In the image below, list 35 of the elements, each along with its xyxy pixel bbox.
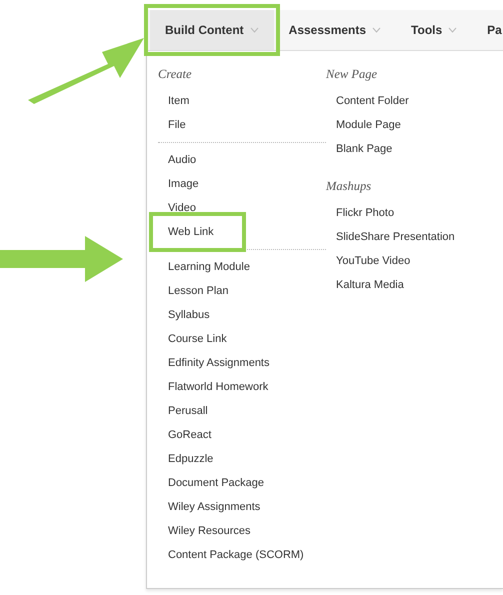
caret-icon — [250, 27, 259, 33]
menu-item[interactable]: Edfinity Assignments — [158, 351, 326, 375]
menu-item[interactable]: Flickr Photo — [326, 201, 465, 225]
caret-icon — [448, 27, 458, 33]
menu-item[interactable]: Content Folder — [326, 89, 465, 113]
menu-item[interactable]: Module Page — [326, 113, 465, 137]
menu-item[interactable]: Wiley Assignments — [158, 495, 326, 519]
menu-item[interactable]: Lesson Plan — [158, 279, 326, 303]
menu-item[interactable]: Kaltura Media — [326, 273, 465, 297]
menu-tab[interactable]: Pa — [472, 10, 503, 50]
menu-item[interactable]: Learning Module — [158, 255, 326, 279]
menu-item[interactable]: Web Link — [149, 212, 246, 252]
menu-item[interactable]: Blank Page — [326, 137, 465, 161]
menu-item[interactable]: Audio — [158, 148, 326, 172]
menu-tab[interactable]: Build Content — [150, 10, 274, 50]
menu-item[interactable]: Course Link — [158, 327, 326, 351]
menu-item[interactable]: YouTube Video — [326, 249, 465, 273]
section-heading: New Page — [326, 67, 378, 82]
menu-item[interactable]: Wiley Resources — [158, 519, 326, 543]
menu-item[interactable]: Flatworld Homework — [158, 375, 326, 399]
menu-item[interactable]: Edpuzzle — [158, 447, 326, 471]
menu-item[interactable]: SlideShare Presentation — [326, 225, 465, 249]
menu-item[interactable]: Document Package — [158, 471, 326, 495]
menu-item[interactable]: Content Package (SCORM) — [158, 543, 326, 567]
menu-item[interactable]: Item — [158, 89, 326, 113]
menu-tab[interactable]: Assessments — [274, 10, 396, 50]
menu-item[interactable]: File — [158, 113, 326, 137]
section-heading: Mashups — [326, 179, 372, 194]
caret-icon — [372, 27, 382, 33]
menu-item[interactable]: Image — [158, 172, 326, 196]
menu-tab[interactable]: Tools — [396, 10, 472, 50]
section-heading: Create — [158, 67, 193, 82]
menu-item[interactable]: Syllabus — [158, 303, 326, 327]
menu-item[interactable]: GoReact — [158, 423, 326, 447]
menu-item[interactable]: Perusall — [158, 399, 326, 423]
